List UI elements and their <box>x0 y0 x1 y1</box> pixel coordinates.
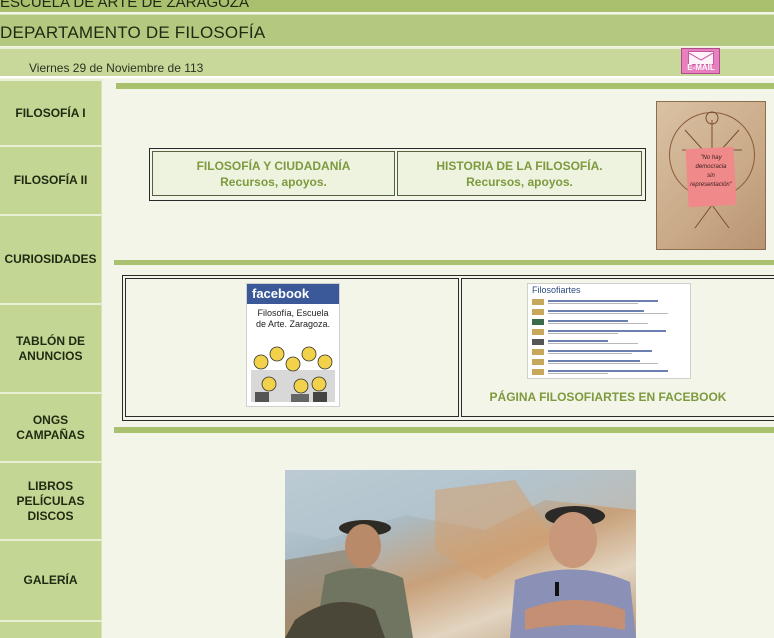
page-screenshot-title: Filosofiartes <box>532 285 581 295</box>
facebook-group-image[interactable]: facebook Filosofía, Escuela de Arte. Zar… <box>246 283 340 407</box>
sidebar-item-label: FILOSOFÍA II <box>13 173 88 187</box>
link-label: HISTORIA DE LA FILOSOFÍA. Recursos, apoy… <box>436 158 603 189</box>
sidebar-item-label: ONGS CAMPAÑAS <box>16 412 85 442</box>
email-label: E-MAIL <box>687 63 715 72</box>
section-rule <box>114 427 774 433</box>
section-rule <box>114 260 774 265</box>
sidebar-item-filosofia-1[interactable]: FILOSOFÍA I <box>0 79 102 145</box>
gallery-photo[interactable] <box>285 470 636 638</box>
facebook-page-link[interactable]: PÁGINA FILOSOFIARTES EN FACEBOOK <box>464 390 752 404</box>
link-historia-filosofia[interactable]: HISTORIA DE LA FILOSOFÍA. Recursos, apoy… <box>397 151 642 196</box>
sidebar-item-more[interactable] <box>0 620 102 638</box>
section-rule <box>116 83 774 89</box>
sidebar-item-label: LIBROS PELÍCULAS DISCOS <box>16 478 85 523</box>
sidebar-item-libros-peliculas-discos[interactable]: LIBROS PELÍCULAS DISCOS <box>0 461 102 539</box>
facebook-logo: facebook <box>252 286 310 301</box>
facebook-caption: Filosofía, Escuela de Arte. Zaragoza. <box>255 308 331 329</box>
two-men-photo-icon <box>285 470 636 638</box>
current-date: Viernes 29 de Noviembre de 113 <box>29 61 204 75</box>
sidebar-item-ongs-campanas[interactable]: ONGS CAMPAÑAS <box>0 392 102 461</box>
sidebar-item-curiosidades[interactable]: CURIOSIDADES <box>0 214 102 303</box>
email-button[interactable]: E-MAIL <box>681 48 720 74</box>
facebook-page-screenshot[interactable]: Filosofiartes <box>527 283 691 379</box>
link-filosofia-ciudadania[interactable]: FILOSOFÍA Y CIUDADANÍA Recursos, apoyos. <box>152 151 395 196</box>
divider <box>0 76 774 78</box>
date-bar: Viernes 29 de Noviembre de 113 <box>0 47 774 77</box>
sidebar-item-tablon-anuncios[interactable]: TABLÓN DE ANUNCIOS <box>0 303 102 392</box>
sidebar-item-label: GALERÍA <box>23 573 78 587</box>
vitruvian-poster-image[interactable]: "No hay democracia sin representación" <box>656 101 766 250</box>
link-label: FILOSOFÍA Y CIUDADANÍA Recursos, apoyos. <box>196 158 351 189</box>
school-title: ESCUELA DE ARTE DE ZARAGOZA <box>0 0 249 11</box>
sidebar-item-label: TABLÓN DE ANUNCIOS <box>15 333 86 363</box>
philosophers-illustration-icon <box>251 346 335 402</box>
department-title: DEPARTAMENTO DE FILOSOFÍA <box>0 23 266 42</box>
school-banner: ESCUELA DE ARTE DE ZARAGOZA <box>0 0 774 12</box>
poster-quote: "No hay democracia sin representación" <box>690 155 732 188</box>
sidebar-item-label: FILOSOFÍA I <box>15 105 86 120</box>
department-banner: DEPARTAMENTO DE FILOSOFÍA <box>0 14 774 46</box>
sidebar-item-galeria[interactable]: GALERÍA <box>0 539 102 620</box>
sidebar-item-filosofia-2[interactable]: FILOSOFÍA II <box>0 145 102 214</box>
sidebar-item-label: CURIOSIDADES <box>4 252 97 266</box>
